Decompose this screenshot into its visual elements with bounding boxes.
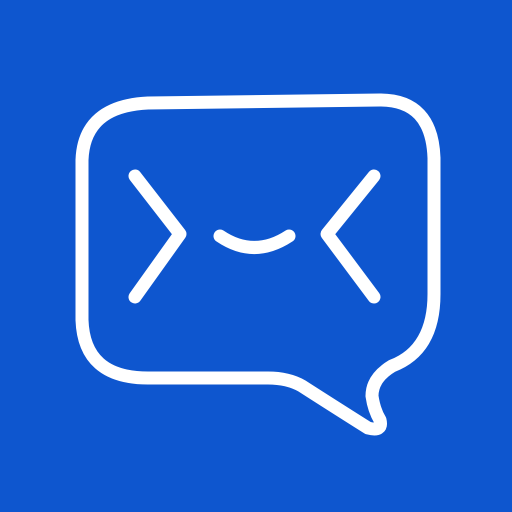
chat-bubble-envelope-icon [0,0,512,512]
app-icon [0,0,512,512]
